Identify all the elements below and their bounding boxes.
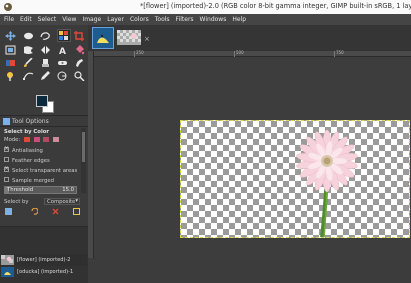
vertical-ruler[interactable]: [88, 51, 94, 258]
select-by-label: Select by: [4, 199, 29, 205]
ruler-label: 750: [336, 50, 344, 55]
title-bar: *[flower] (imported)-2.0 (RGB color 8-bi…: [0, 0, 411, 14]
transparent-row[interactable]: Select transparent areas: [4, 165, 78, 174]
zoom-icon[interactable]: [74, 71, 85, 81]
menu-file[interactable]: File: [4, 16, 14, 23]
mode-replace-icon[interactable]: [23, 137, 30, 142]
flip-icon[interactable]: [40, 45, 51, 55]
duck-thumbnail-icon: [93, 28, 113, 48]
smudge-icon[interactable]: [74, 58, 85, 68]
image-thumbnail: [1, 267, 14, 277]
ruler-label: 250: [136, 50, 144, 55]
crop-icon[interactable]: [74, 31, 85, 41]
gimp-app-icon: [4, 3, 12, 11]
color-picker-icon[interactable]: [40, 71, 51, 81]
sample-merged-row[interactable]: Sample merged: [4, 177, 55, 184]
select-transparent-label: Select transparent areas: [12, 168, 78, 174]
lasso-icon[interactable]: [40, 31, 51, 41]
select-transparent-checkbox[interactable]: [4, 165, 9, 172]
sample-merged-checkbox[interactable]: [4, 177, 9, 182]
heal-icon[interactable]: [57, 58, 68, 68]
menu-colors[interactable]: Colors: [130, 16, 149, 23]
clone-icon[interactable]: [40, 58, 51, 68]
reset-options-icon[interactable]: [73, 208, 80, 215]
menubar: File Edit Select View Image Layer Colors…: [0, 14, 411, 25]
move-icon[interactable]: [5, 31, 16, 41]
text-icon[interactable]: A: [57, 45, 68, 55]
menu-filters[interactable]: Filters: [176, 16, 194, 23]
chevron-down-icon: ▾: [75, 198, 78, 204]
restore-options-icon[interactable]: [31, 208, 38, 215]
gradient-icon[interactable]: [5, 58, 16, 68]
mode-label: Mode:: [4, 137, 21, 143]
foreground-color-swatch[interactable]: [36, 95, 48, 107]
delete-options-icon[interactable]: [52, 208, 59, 215]
image-name: [oducka] (imported)-1: [17, 269, 74, 275]
images-panel: [flower] (imported)-2 [oducka] (imported…: [0, 226, 88, 283]
close-tab-icon[interactable]: ×: [144, 35, 150, 43]
rect-select-icon[interactable]: [23, 31, 34, 41]
divider: [0, 226, 88, 227]
feather-label: Feather edges: [12, 158, 50, 164]
mode-add-icon[interactable]: [33, 137, 40, 142]
svg-text:A: A: [59, 47, 66, 55]
menu-edit[interactable]: Edit: [20, 16, 32, 23]
image-list-item[interactable]: [flower] (imported)-2: [1, 254, 87, 266]
menu-layer[interactable]: Layer: [107, 16, 124, 23]
horizontal-ruler[interactable]: 250 500 750: [94, 50, 411, 57]
antialiasing-label: Antialiasing: [12, 148, 43, 154]
mode-row: Mode:: [4, 137, 59, 143]
select-by-row: Select by Composite ▾: [4, 198, 82, 205]
flower-thumbnail-icon: [117, 30, 141, 45]
image-list-item[interactable]: [oducka] (imported)-1: [1, 266, 87, 278]
fuzzy-select-icon[interactable]: [57, 29, 71, 42]
divider: [0, 126, 88, 127]
image-canvas[interactable]: [180, 120, 410, 238]
window-title: *[flower] (imported)-2.0 (RGB color 8-bi…: [140, 2, 411, 10]
feather-row[interactable]: Feather edges: [4, 157, 50, 164]
image-tabs: ×: [88, 25, 411, 51]
color-swatches[interactable]: [34, 93, 58, 117]
sample-merged-label: Sample merged: [12, 178, 55, 184]
options-scrollbar-thumb[interactable]: [82, 132, 85, 162]
antialiasing-row[interactable]: Antialiasing: [4, 145, 43, 154]
threshold-slider[interactable]: Threshold 15.0: [4, 186, 77, 194]
tool-options-bottom-icons: [4, 208, 82, 216]
paint-bucket-icon[interactable]: [74, 45, 85, 55]
menu-view[interactable]: View: [62, 16, 76, 23]
save-options-icon[interactable]: [5, 208, 12, 215]
antialiasing-checkbox[interactable]: [4, 145, 9, 152]
warp-icon[interactable]: [23, 45, 34, 55]
ruler-label: 500: [236, 50, 244, 55]
canvas-area: × 250 500 750: [88, 25, 411, 258]
dodge-icon[interactable]: [5, 71, 16, 81]
tool-options-header[interactable]: Tool Options: [0, 116, 88, 126]
image-thumbnail: [1, 255, 14, 265]
paintbrush-icon[interactable]: [23, 58, 34, 68]
image-tab-oducka[interactable]: [92, 27, 114, 49]
menu-image[interactable]: Image: [82, 16, 101, 23]
options-scrollbar[interactable]: [81, 128, 86, 193]
flower-image: [296, 129, 358, 237]
tool-options-title: Tool Options: [12, 117, 49, 125]
menu-help[interactable]: Help: [232, 16, 246, 23]
image-tab-flower[interactable]: [117, 30, 141, 45]
menu-tools[interactable]: Tools: [155, 16, 170, 23]
path-icon[interactable]: [23, 71, 34, 81]
menu-select[interactable]: Select: [38, 16, 57, 23]
feather-checkbox[interactable]: [4, 157, 9, 162]
transform-icon[interactable]: [5, 45, 16, 55]
tool-options-icon: [3, 117, 10, 125]
measure-icon[interactable]: [57, 71, 68, 81]
toolbox-panel: A Tool Options Select by Color Mode: ×An…: [0, 25, 88, 283]
select-by-value: Composite: [47, 199, 76, 205]
mode-subtract-icon[interactable]: [43, 137, 50, 142]
select-by-dropdown[interactable]: Composite ▾: [44, 198, 80, 205]
menu-windows[interactable]: Windows: [200, 16, 227, 23]
tool-name: Select by Color: [4, 129, 50, 135]
threshold-value: 15.0: [62, 187, 74, 193]
mode-intersect-icon[interactable]: [52, 137, 59, 142]
threshold-label: Threshold: [7, 187, 34, 193]
